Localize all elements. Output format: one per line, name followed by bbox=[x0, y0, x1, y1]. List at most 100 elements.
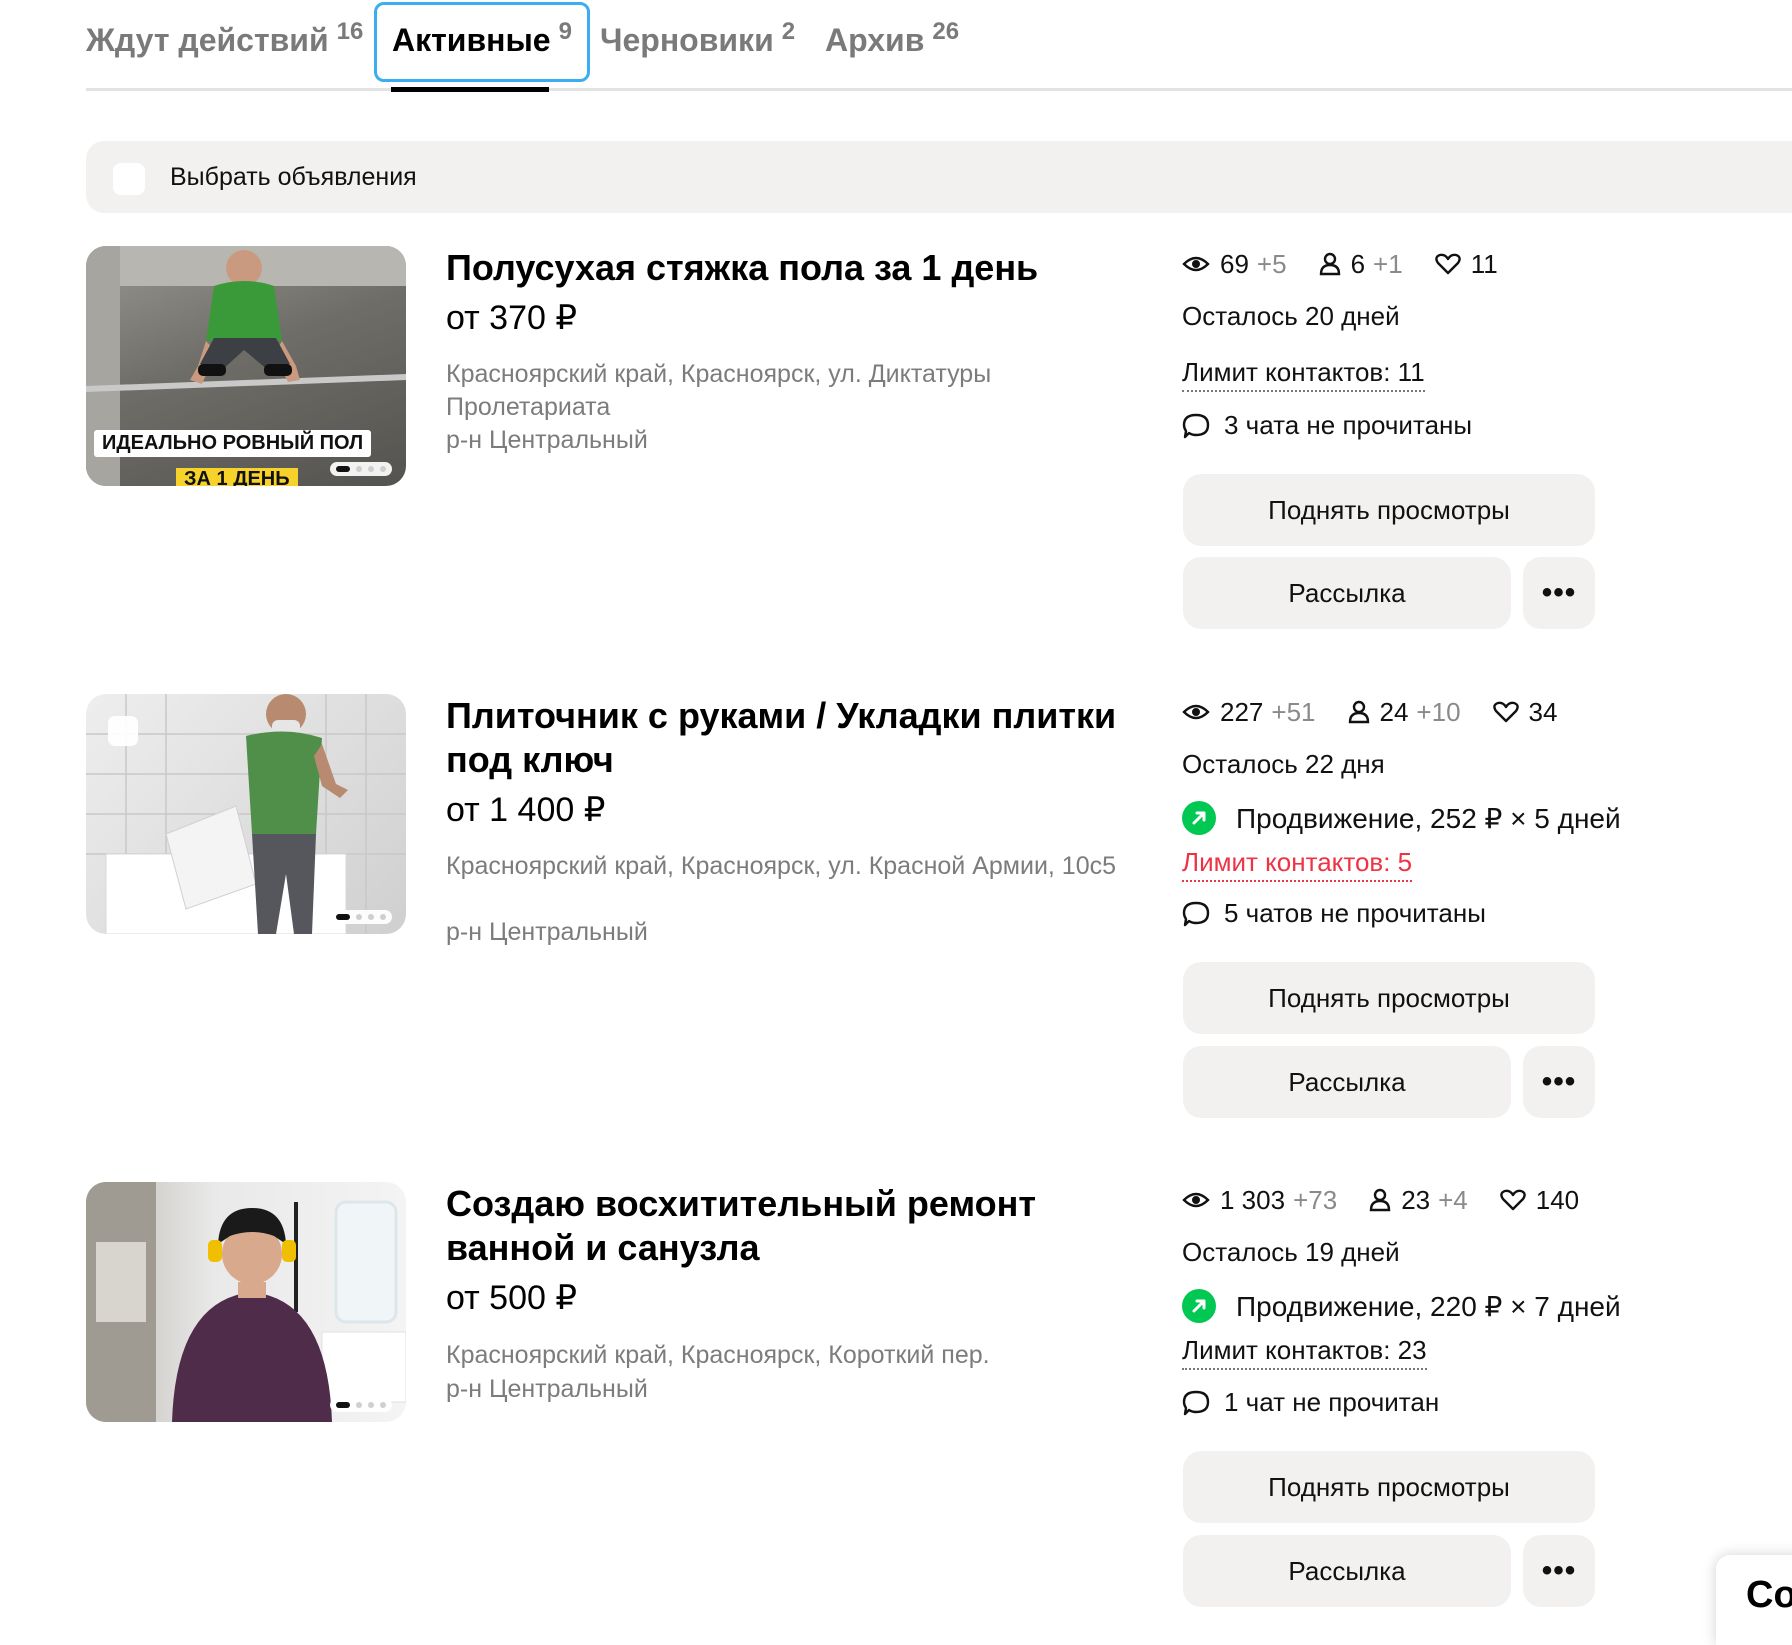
listing-select-checkbox[interactable] bbox=[108, 716, 138, 746]
listing-title[interactable]: Создаю восхитительный ремонт ванной и са… bbox=[446, 1182, 1146, 1270]
heart-icon bbox=[1499, 1189, 1526, 1211]
contacts-count: 23 bbox=[1401, 1184, 1431, 1215]
eye-icon bbox=[1182, 704, 1210, 720]
unread-chats-text: 5 чатов не прочитаны bbox=[1224, 898, 1486, 928]
listing-stats: 69 +5 6 +1 11 bbox=[1182, 248, 1530, 280]
more-options-button[interactable]: ••• bbox=[1523, 557, 1595, 629]
mailing-button[interactable]: Рассылка bbox=[1183, 557, 1511, 629]
person-icon bbox=[1369, 1188, 1391, 1212]
days-left: Осталось 19 дней bbox=[1182, 1237, 1400, 1267]
favorites-count: 11 bbox=[1470, 248, 1498, 279]
contacts-stat: 23 +4 bbox=[1369, 1185, 1468, 1216]
floating-widget-label: Co bbox=[1746, 1574, 1792, 1616]
promotion-arrow-icon bbox=[1182, 801, 1216, 835]
contacts-count: 6 bbox=[1350, 248, 1366, 279]
favorites-stat: 34 bbox=[1492, 696, 1558, 728]
listing-photo[interactable]: ИДЕАЛЬНО РОВНЫЙ ПОЛ ЗА 1 ДЕНЬ bbox=[86, 246, 406, 486]
unread-chats[interactable]: 3 чата не прочитаны bbox=[1182, 410, 1472, 441]
tab-archive[interactable]: Архив 26 bbox=[825, 18, 959, 59]
listing-address: Красноярский край, Красноярск, ул. Красн… bbox=[446, 852, 1117, 880]
days-left: Осталось 20 дней bbox=[1182, 301, 1400, 331]
listing-title[interactable]: Плиточник с руками / Укладки плитки под … bbox=[446, 694, 1146, 782]
raise-views-button[interactable]: Поднять просмотры bbox=[1183, 474, 1595, 546]
chat-bubble-icon bbox=[1182, 901, 1210, 926]
tab-count: 26 bbox=[932, 18, 960, 45]
tab-label: Черновики bbox=[600, 22, 774, 58]
listing-stats: 227 +51 24 +10 34 bbox=[1182, 696, 1589, 728]
unread-chats-text: 1 чат не прочитан bbox=[1224, 1387, 1440, 1417]
listing-address: Красноярский край, Красноярск, Короткий … bbox=[446, 1341, 990, 1369]
photo-carousel-dots bbox=[330, 1398, 392, 1412]
listing-price: от 1 400 ₽ bbox=[446, 791, 606, 829]
unread-chats-text: 3 чата не прочитаны bbox=[1224, 410, 1473, 440]
views-stat: 227 +51 bbox=[1182, 697, 1316, 728]
unread-chats[interactable]: 1 чат не прочитан bbox=[1182, 1387, 1439, 1418]
contacts-stat: 6 +1 bbox=[1319, 249, 1403, 280]
eye-icon bbox=[1182, 256, 1210, 272]
photo-carousel-dots bbox=[330, 910, 392, 924]
listing-district: р-н Центральный bbox=[446, 918, 648, 946]
views-delta: +5 bbox=[1256, 248, 1287, 279]
tab-label: Архив bbox=[825, 22, 925, 58]
views-stat: 1 303 +73 bbox=[1182, 1185, 1337, 1216]
mailing-button[interactable]: Рассылка bbox=[1183, 1535, 1511, 1607]
listing-district: р-н Центральный bbox=[446, 426, 648, 454]
promotion-text: Продвижение, 220 ₽ × 7 дней bbox=[1236, 1290, 1621, 1322]
person-icon bbox=[1348, 700, 1369, 724]
photo-caption: ИДЕАЛЬНО РОВНЫЙ ПОЛ bbox=[94, 430, 372, 457]
views-delta: +73 bbox=[1293, 1184, 1338, 1215]
photo-carousel-dots bbox=[330, 462, 392, 476]
contact-limit-link[interactable]: Лимит контактов: 11 bbox=[1182, 357, 1425, 392]
listing-district: р-н Центральный bbox=[446, 1375, 648, 1403]
chat-bubble-icon bbox=[1182, 413, 1210, 438]
more-options-button[interactable]: ••• bbox=[1523, 1535, 1595, 1607]
chat-bubble-icon bbox=[1182, 1390, 1210, 1415]
favorites-count: 34 bbox=[1528, 696, 1558, 727]
listing-price: от 500 ₽ bbox=[446, 1279, 577, 1317]
active-tab-indicator bbox=[391, 87, 549, 92]
tab-focus-ring bbox=[374, 2, 590, 82]
eye-icon bbox=[1182, 1192, 1210, 1208]
listing-photo[interactable] bbox=[86, 694, 406, 934]
listing-address: Красноярский край, Красноярск, ул. Дикта… bbox=[446, 360, 992, 421]
more-options-button[interactable]: ••• bbox=[1523, 1046, 1595, 1118]
views-count: 69 bbox=[1220, 248, 1249, 279]
contacts-delta: +1 bbox=[1373, 248, 1403, 279]
contact-limit-link[interactable]: Лимит контактов: 23 bbox=[1182, 1335, 1427, 1370]
contacts-delta: +10 bbox=[1416, 696, 1461, 727]
select-all-label[interactable]: Выбрать объявления bbox=[170, 163, 417, 192]
promotion-text: Продвижение, 252 ₽ × 5 дней bbox=[1236, 802, 1621, 834]
listing-title[interactable]: Полусухая стяжка пола за 1 день bbox=[446, 246, 1146, 290]
select-all-checkbox[interactable] bbox=[113, 163, 145, 195]
tabs-divider bbox=[86, 88, 1792, 91]
contacts-count: 24 bbox=[1379, 696, 1409, 727]
contacts-stat: 24 +10 bbox=[1348, 697, 1461, 728]
views-stat: 69 +5 bbox=[1182, 249, 1287, 280]
tab-awaiting-action[interactable]: Ждут действий 16 bbox=[86, 18, 363, 59]
heart-icon bbox=[1492, 701, 1519, 723]
heart-icon bbox=[1434, 253, 1461, 275]
mailing-button[interactable]: Рассылка bbox=[1183, 1046, 1511, 1118]
person-icon bbox=[1319, 252, 1340, 276]
raise-views-button[interactable]: Поднять просмотры bbox=[1183, 962, 1595, 1034]
favorites-stat: 140 bbox=[1499, 1184, 1580, 1216]
promotion-status[interactable]: Продвижение, 252 ₽ × 5 дней bbox=[1182, 801, 1621, 835]
contact-limit-link[interactable]: Лимит контактов: 5 bbox=[1182, 847, 1413, 882]
tab-count: 2 bbox=[781, 18, 796, 45]
promotion-status[interactable]: Продвижение, 220 ₽ × 7 дней bbox=[1182, 1289, 1621, 1323]
tab-count: 16 bbox=[336, 18, 364, 45]
tab-drafts[interactable]: Черновики 2 bbox=[600, 18, 795, 59]
listing-stats: 1 303 +73 23 +4 140 bbox=[1182, 1184, 1611, 1216]
views-delta: +51 bbox=[1271, 696, 1316, 727]
listing-photo[interactable] bbox=[86, 1182, 406, 1422]
tab-label: Ждут действий bbox=[86, 22, 329, 58]
views-count: 1 303 bbox=[1220, 1184, 1286, 1215]
unread-chats[interactable]: 5 чатов не прочитаны bbox=[1182, 898, 1486, 929]
bathroom-renovation-illustration bbox=[86, 1182, 406, 1422]
raise-views-button[interactable]: Поднять просмотры bbox=[1183, 1451, 1595, 1523]
views-count: 227 bbox=[1220, 696, 1264, 727]
promotion-arrow-icon bbox=[1182, 1289, 1216, 1323]
favorites-count: 140 bbox=[1535, 1184, 1580, 1215]
days-left: Осталось 22 дня bbox=[1182, 749, 1385, 779]
listing-price: от 370 ₽ bbox=[446, 299, 577, 337]
